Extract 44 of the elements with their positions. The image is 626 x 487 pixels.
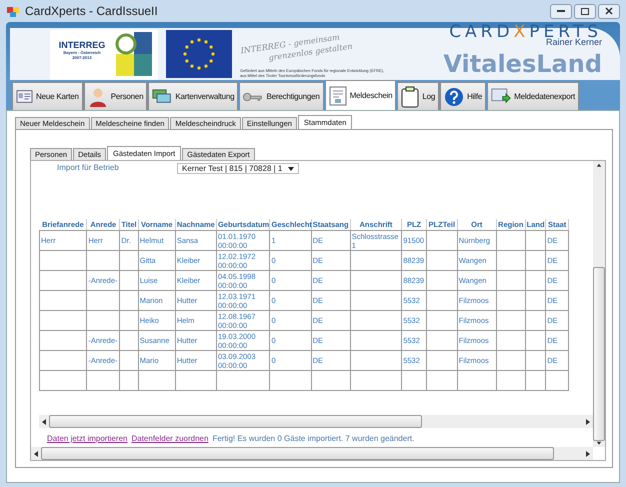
maximize-button[interactable]: [574, 4, 596, 18]
clipboard-icon: [401, 86, 420, 108]
person-icon: [88, 86, 108, 106]
minimize-button[interactable]: [550, 4, 572, 18]
scroll-left-icon[interactable]: [41, 418, 47, 424]
business-dropdown[interactable]: Kerner Test | 815 | 70828 | 1: [177, 163, 300, 174]
window-title: CardXperts - CardIssueII: [25, 4, 158, 18]
main-tab[interactable]: Personen: [84, 82, 148, 110]
logo-title: INTERREG: [58, 40, 106, 50]
key-icon: [243, 90, 264, 102]
import-label: Import für Betrieb: [56, 163, 120, 172]
scroll-right-icon[interactable]: [585, 418, 591, 424]
cards-icon: [152, 89, 172, 104]
brand-owner: Rainer Kerner: [546, 37, 602, 47]
dropdown-caret-icon: [288, 166, 294, 170]
action-link[interactable]: Datenfelder zuordnen: [131, 434, 208, 443]
main-tab[interactable]: Hilfe: [440, 82, 486, 110]
maximize-icon: [581, 8, 589, 14]
main-tab[interactable]: Berechtigungen: [239, 82, 324, 110]
vertical-scrollbar[interactable]: [593, 161, 605, 447]
minimize-icon: [557, 10, 565, 12]
main-tab[interactable]: Meldeschein: [324, 80, 396, 110]
eu-flag: [166, 30, 232, 78]
form-icon: [328, 86, 347, 106]
product-name: VitalesLand: [443, 50, 602, 78]
map-emblem-icon: [114, 30, 154, 78]
scroll-thumb[interactable]: [593, 267, 605, 441]
status-message: Fertig! Es wurden 0 Gäste importiert. 7 wurden geändert.: [212, 434, 414, 443]
app-icon: [6, 4, 20, 18]
scroll-up-icon[interactable]: [596, 163, 602, 168]
main-tab[interactable]: Neue Karten: [12, 82, 83, 110]
action-link[interactable]: Daten jetzt importieren: [47, 434, 128, 443]
main-tab[interactable]: Kartenverwaltung: [148, 82, 238, 110]
scroll-right-icon[interactable]: [585, 450, 591, 456]
close-button[interactable]: [598, 4, 620, 18]
main-tab[interactable]: Log: [397, 82, 440, 110]
horizontal-scrollbar[interactable]: [39, 415, 593, 428]
scroll-thumb[interactable]: [49, 415, 422, 428]
id-card-icon: [16, 89, 33, 104]
close-icon: [605, 7, 613, 15]
export-icon: [491, 88, 512, 105]
main-tab[interactable]: Meldedatenexport: [487, 82, 580, 110]
help-icon: [444, 86, 464, 106]
scroll-left-icon[interactable]: [33, 450, 39, 456]
